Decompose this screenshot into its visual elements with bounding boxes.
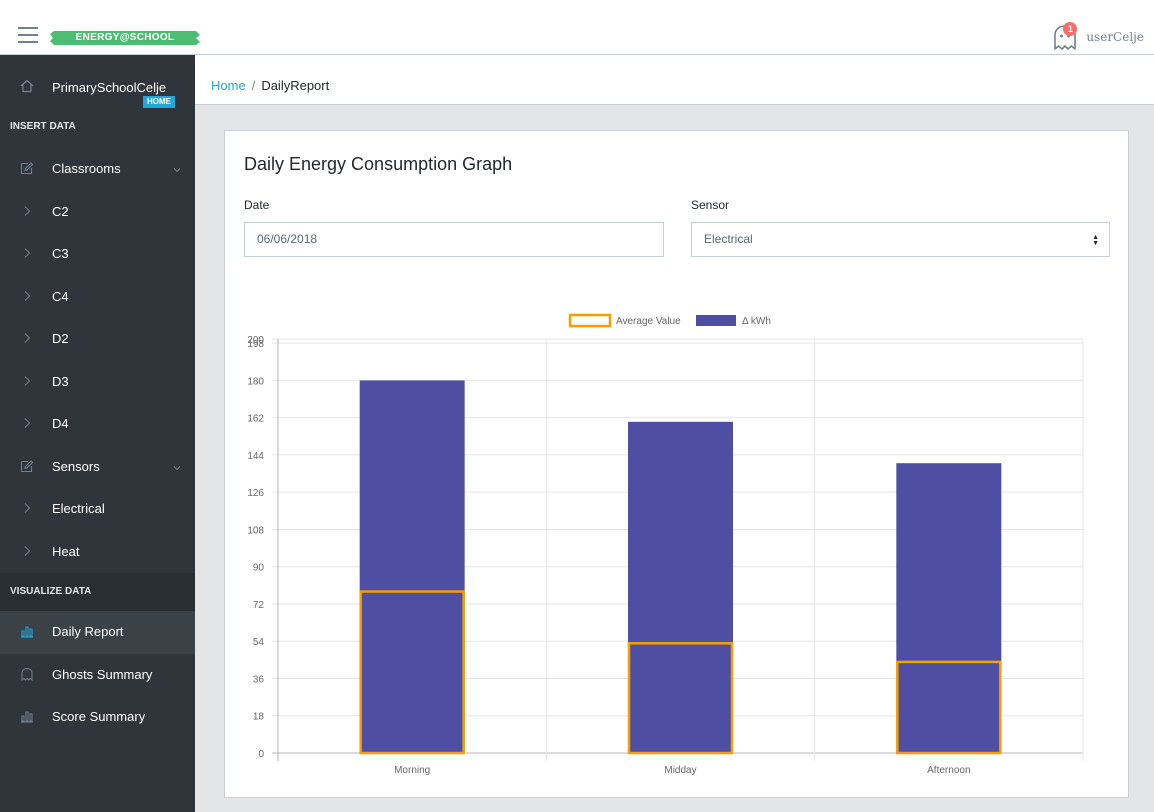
top-header: ENERGY@SCHOOL 1 userCelje (0, 0, 1154, 55)
home-icon (20, 79, 34, 96)
chevron-right-icon (20, 289, 34, 306)
sidebar-item-label: C4 (52, 288, 69, 304)
y-tick-label: 0 (258, 749, 264, 760)
sidebar-item-d4[interactable]: D4 (0, 403, 195, 446)
sidebar: PrimarySchoolCelje HOME INSERT DATA Clas… (0, 55, 195, 812)
sidebar-item-label: Classrooms (52, 161, 121, 176)
sidebar-item-electrical[interactable]: Electrical (0, 488, 195, 531)
edit-icon (20, 161, 34, 178)
username: userCelje (1086, 30, 1144, 44)
x-tick-label: Morning (394, 765, 430, 776)
y-tick-label: 126 (247, 488, 264, 499)
chevron-right-icon (20, 501, 34, 518)
breadcrumb: Home / DailyReport (195, 55, 1154, 105)
chevron-down-icon (173, 460, 181, 475)
chevron-right-icon (20, 204, 34, 221)
y-tick-label: 90 (253, 563, 265, 574)
sidebar-item-score-summary[interactable]: Score Summary (0, 696, 195, 739)
breadcrumb-separator: / (251, 78, 256, 93)
chart-ticks: 01836547290108126144162180198200Morning M… (247, 335, 970, 776)
sidebar-item-label: D3 (52, 373, 69, 389)
sidebar-item-label: C2 (52, 203, 69, 219)
school-name: PrimarySchoolCelje (52, 80, 167, 95)
sidebar-item-label: Heat (52, 543, 80, 559)
x-tick-label: Midday (664, 765, 696, 776)
logo-text: ENERGY@SCHOOL (75, 32, 175, 43)
sidebar-item-classrooms[interactable]: Classrooms (0, 148, 195, 191)
sidebar-item-d2[interactable]: D2 (0, 318, 195, 361)
bar-chart-icon (20, 624, 34, 641)
y-tick-label: 108 (247, 525, 264, 536)
edit-icon (20, 459, 34, 476)
sidebar-item-label: D4 (52, 416, 69, 431)
chart-bars (359, 380, 1002, 755)
sidebar-item-label: D2 (52, 331, 69, 346)
sidebar-item-label: Electrical (52, 501, 105, 516)
legend-label-average: Average Value (616, 316, 681, 327)
app-logo[interactable]: ENERGY@SCHOOL (50, 30, 200, 46)
ghost-icon (20, 667, 34, 684)
y-tick-label: 162 (247, 414, 264, 425)
notifications[interactable]: 1 (1052, 22, 1080, 51)
sidebar-item-school[interactable]: PrimarySchoolCelje HOME (0, 55, 195, 118)
home-badge: HOME (143, 96, 175, 108)
legend-swatch-delta (696, 315, 736, 326)
x-tick-label: Afternoon (927, 765, 970, 776)
chevron-right-icon (20, 416, 34, 433)
sidebar-item-c3[interactable]: C3 (0, 233, 195, 276)
sidebar-item-heat[interactable]: Heat (0, 530, 195, 573)
chevron-right-icon (20, 544, 34, 561)
report-card: Daily Energy Consumption Graph Date 06/0… (224, 130, 1129, 798)
sidebar-item-label: Ghosts Summary (52, 666, 153, 682)
y-tick-label: 180 (247, 376, 264, 387)
legend-label-delta: Δ kWh (742, 316, 771, 327)
sidebar-item-c2[interactable]: C2 (0, 190, 195, 233)
sidebar-item-d3[interactable]: D3 (0, 360, 195, 403)
chevron-right-icon (20, 331, 34, 348)
menu-toggle-icon[interactable] (18, 27, 38, 43)
y-tick-label: 36 (253, 674, 265, 685)
y-tick-label: 72 (253, 600, 265, 611)
chevron-right-icon (20, 374, 34, 391)
sidebar-item-sensors[interactable]: Sensors (0, 446, 195, 489)
y-tick-label: 18 (253, 712, 265, 723)
bar-chart-icon (20, 709, 34, 726)
legend-swatch-average (568, 313, 612, 328)
bar-delta-kwh (896, 463, 1002, 753)
section-title-visualize: VISUALIZE DATA (0, 573, 195, 611)
sidebar-item-label: Sensors (52, 458, 100, 474)
sidebar-item-ghosts-summary[interactable]: Ghosts Summary (0, 654, 195, 697)
daily-consumption-chart: 01836547290108126144162180198200Morning M… (247, 313, 1084, 776)
y-tick-label: 54 (253, 637, 265, 648)
sidebar-item-label: C3 (52, 246, 69, 261)
breadcrumb-home-link[interactable]: Home (211, 78, 246, 93)
section-title-insert: INSERT DATA (10, 121, 76, 132)
y-tick-label: 144 (247, 451, 264, 462)
bar-delta-kwh (359, 380, 465, 753)
sidebar-item-daily-report[interactable]: Daily Report (0, 611, 195, 654)
chart-legend: Average Value Δ kWh (568, 313, 771, 328)
user-menu[interactable]: 1 userCelje (1052, 22, 1144, 52)
bar-delta-kwh (628, 421, 733, 753)
y-tick-label: 200 (247, 335, 264, 346)
sidebar-item-c4[interactable]: C4 (0, 275, 195, 318)
sidebar-item-label: Score Summary (52, 709, 146, 724)
breadcrumb-current: DailyReport (261, 78, 330, 93)
chevron-right-icon (20, 246, 34, 263)
sidebar-item-label: Daily Report (52, 624, 124, 639)
chevron-down-icon (173, 162, 181, 177)
